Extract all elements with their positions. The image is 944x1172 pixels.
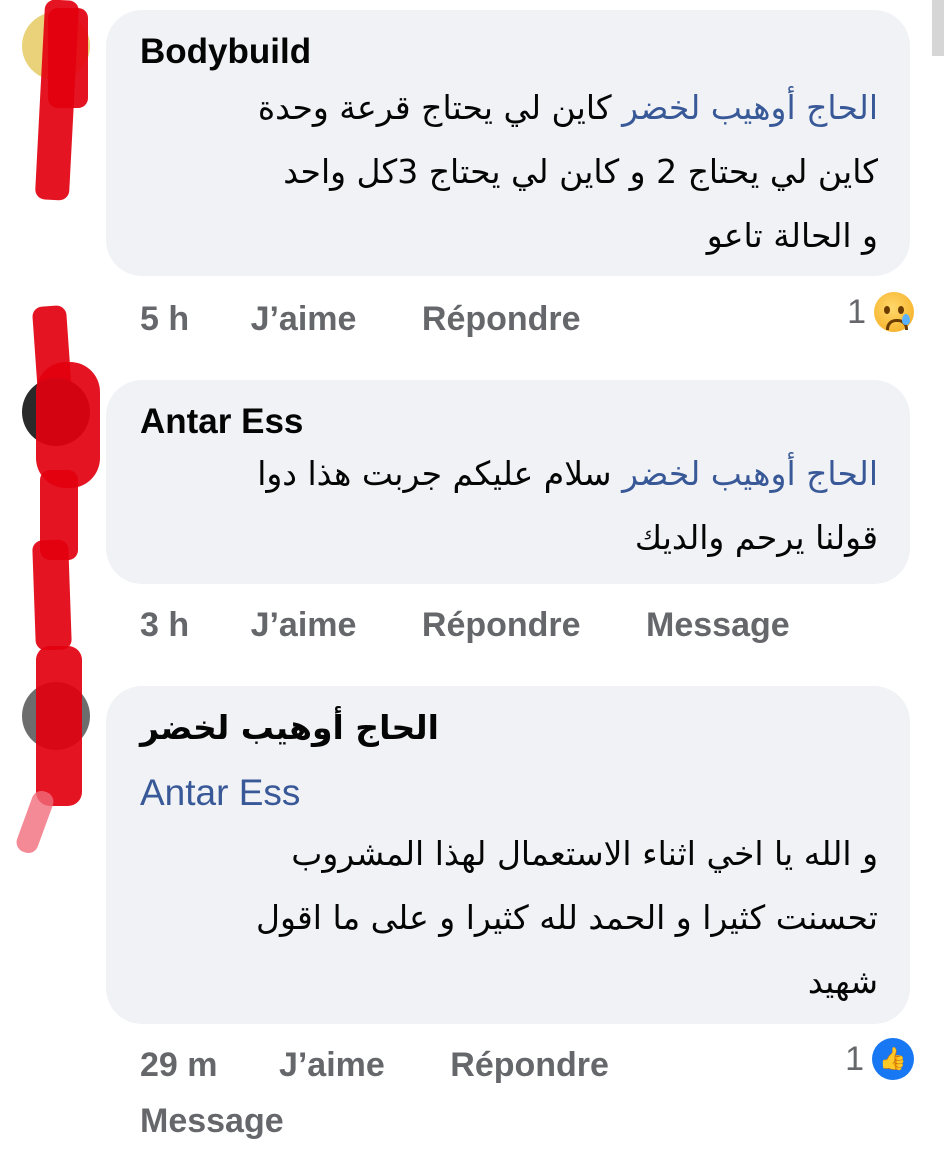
like-button[interactable]: J’aime xyxy=(251,606,357,645)
comment-text-line: سلام عليكم جربت هذا دوا xyxy=(257,454,612,493)
comment-text-line: و الحالة تاعو xyxy=(706,216,878,255)
message-button[interactable]: Message xyxy=(646,606,790,645)
timestamp[interactable]: 5 h xyxy=(140,300,189,339)
comment-bubble: الحاج أوهيب لخضر Antar Ess و الله يا اخي… xyxy=(106,686,910,1024)
comment-bubble: Bodybuild الحاج أوهيب لخضر كاين لي يحتاج… xyxy=(106,10,910,276)
comment-author[interactable]: الحاج أوهيب لخضر xyxy=(140,696,439,760)
comment-actions: 3 h J’aime Répondre Message xyxy=(140,606,790,645)
like-button[interactable]: J’aime xyxy=(279,1046,385,1085)
mention-link[interactable]: الحاج أوهيب لخضر xyxy=(622,454,878,493)
censor-mark xyxy=(36,646,82,806)
timestamp[interactable]: 3 h xyxy=(140,606,189,645)
reply-button[interactable]: Répondre xyxy=(450,1046,609,1085)
comment-text-line: كاين لي يحتاج 2 و كاين لي يحتاج 3كل واحد xyxy=(283,152,878,191)
comment-text-line: قولنا يرحم والديك xyxy=(634,518,878,557)
timestamp[interactable]: 29 m xyxy=(140,1046,218,1085)
reaction-count: 1 xyxy=(845,1039,864,1078)
mention-link[interactable]: الحاج أوهيب لخضر xyxy=(622,88,878,127)
sad-emoji-icon xyxy=(874,292,914,332)
comment-text-line: كاين لي يحتاج قرعة وحدة xyxy=(257,88,612,127)
comment-text-line: و الله يا اخي اثناء الاستعمال لهذا المشر… xyxy=(291,834,878,873)
comment-text: الحاج أوهيب لخضر كاين لي يحتاج قرعة وحدة… xyxy=(258,76,878,268)
reaction-summary[interactable]: 1 👍 xyxy=(845,1038,914,1080)
reaction-summary[interactable]: 1 xyxy=(847,292,914,332)
mention-link[interactable]: Antar Ess xyxy=(140,772,300,814)
comment-text-line: تحسنت كثيرا و الحمد لله كثيرا و على ما ا… xyxy=(256,898,878,937)
comment-author[interactable]: Antar Ess xyxy=(140,402,303,442)
comment-actions: 29 m J’aime Répondre xyxy=(140,1046,609,1085)
message-button[interactable]: Message xyxy=(140,1102,284,1141)
scrollbar[interactable] xyxy=(932,0,944,56)
comment-actions: 5 h J’aime Répondre xyxy=(140,300,581,339)
comment-author[interactable]: Bodybuild xyxy=(140,32,311,72)
like-button[interactable]: J’aime xyxy=(251,300,357,339)
comment-actions-overflow: Message xyxy=(140,1102,284,1141)
censor-mark xyxy=(32,539,72,651)
censor-mark xyxy=(48,8,88,108)
like-thumb-icon: 👍 xyxy=(872,1038,914,1080)
reaction-count: 1 xyxy=(847,292,866,331)
reply-button[interactable]: Répondre xyxy=(422,606,581,645)
reply-button[interactable]: Répondre xyxy=(422,300,581,339)
comment-bubble: Antar Ess الحاج أوهيب لخضر سلام عليكم جر… xyxy=(106,380,910,584)
comment-text-line: شهيد xyxy=(807,962,878,1001)
censor-mark xyxy=(13,788,57,856)
comment-text: الحاج أوهيب لخضر سلام عليكم جربت هذا دوا… xyxy=(257,442,878,570)
comment-text: و الله يا اخي اثناء الاستعمال لهذا المشر… xyxy=(256,822,878,1014)
